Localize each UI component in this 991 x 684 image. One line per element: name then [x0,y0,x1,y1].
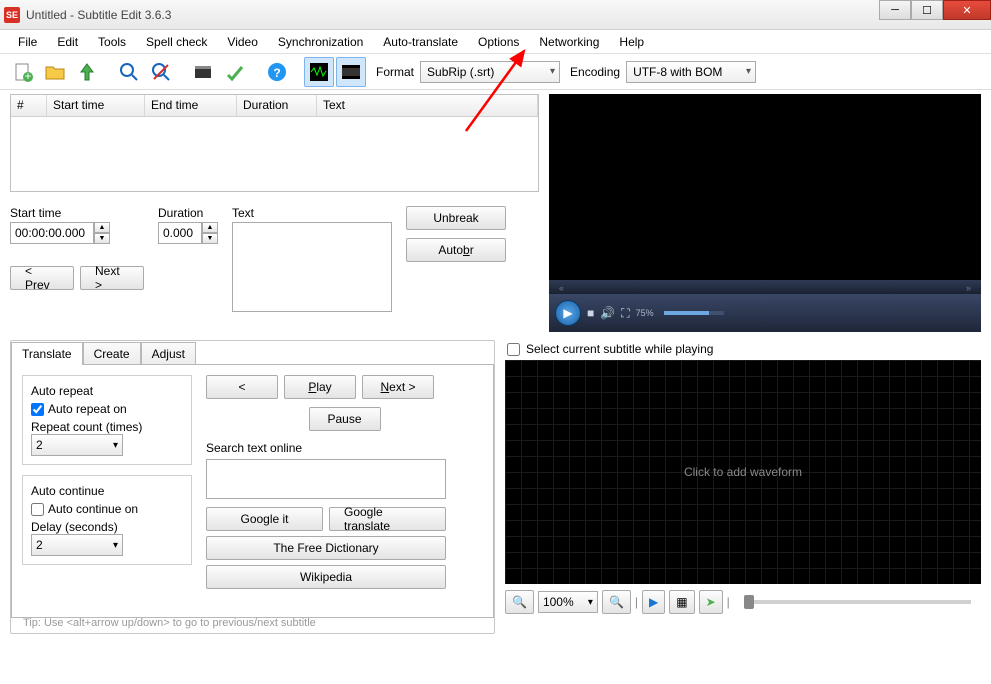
autobr-button[interactable]: Auto br [406,238,506,262]
volume-slider[interactable] [664,311,724,315]
auto-repeat-checkbox[interactable]: Auto repeat on [31,402,183,416]
menu-edit[interactable]: Edit [47,32,88,52]
save-button[interactable] [72,57,102,87]
format-combo[interactable]: SubRip (.srt) [420,61,560,83]
new-file-button[interactable]: + [8,57,38,87]
video-controls: ▶ ■ 🔊 ⛶ 75% [549,294,981,332]
replace-button[interactable] [146,57,176,87]
fullscreen-button[interactable]: ⛶ [621,306,629,321]
next-button-translate[interactable]: Next > [362,375,434,399]
zoom-select[interactable]: 100% [538,591,598,613]
menu-spellcheck[interactable]: Spell check [136,32,217,52]
tip-text: Tip: Use <alt+arrow up/down> to go to pr… [23,617,316,629]
col-end-time[interactable]: End time [145,95,237,116]
translate-panel: Translate Create Adjust Auto repeat Auto… [10,340,495,634]
mute-button[interactable]: 🔊 [600,306,615,320]
stop-button[interactable]: ■ [587,306,594,320]
encoding-label: Encoding [570,65,620,79]
tab-create[interactable]: Create [83,342,141,365]
waveform-toolbar: 🔍 100% 🔍 | ▶ ▦ ➤ | [505,588,981,616]
menu-synchronization[interactable]: Synchronization [268,32,373,52]
next-button[interactable]: Next > [80,266,144,290]
video-toggle[interactable] [336,57,366,87]
waveform-area[interactable]: Click to add waveform [505,360,981,584]
spellcheck-button[interactable] [220,57,250,87]
menu-file[interactable]: File [8,32,47,52]
video-seek-bar[interactable]: « » [549,280,981,294]
prev-button[interactable]: < Prev [10,266,74,290]
volume-percent: 75% [636,308,654,318]
wave-grid-button[interactable]: ▦ [669,590,694,614]
menu-options[interactable]: Options [468,32,529,52]
play-button[interactable]: ▶ [555,300,581,326]
encoding-combo[interactable]: UTF-8 with BOM [626,61,756,83]
find-button[interactable] [114,57,144,87]
start-time-input[interactable]: ▲▼ [10,222,144,244]
unbreak-button[interactable]: Unbreak [406,206,506,230]
app-icon: SE [4,7,20,23]
subtitle-grid[interactable]: # Start time End time Duration Text [10,94,539,192]
google-it-button[interactable]: Google it [206,507,323,531]
wave-forward-button[interactable]: ➤ [699,590,723,614]
delay-select[interactable]: 2 [31,534,123,556]
grid-header: # Start time End time Duration Text [11,95,538,117]
waveform-toggle[interactable] [304,57,334,87]
zoom-in-button[interactable]: 🔍 [602,590,631,614]
menu-help[interactable]: Help [609,32,654,52]
col-start-time[interactable]: Start time [47,95,145,116]
col-number[interactable]: # [11,95,47,116]
titlebar: SE Untitled - Subtitle Edit 3.6.3 ─ ☐ ✕ [0,0,991,30]
spin-up[interactable]: ▲ [94,222,110,233]
wave-play-button[interactable]: ▶ [642,590,665,614]
repeat-count-select[interactable]: 2 [31,434,123,456]
menubar: File Edit Tools Spell check Video Synchr… [0,30,991,54]
close-button[interactable]: ✕ [943,0,991,20]
play-button-translate[interactable]: Play [284,375,356,399]
zoom-out-button[interactable]: 🔍 [505,590,534,614]
minimize-button[interactable]: ─ [879,0,911,20]
help-button[interactable]: ? [262,57,292,87]
open-file-button[interactable] [40,57,70,87]
menu-video[interactable]: Video [217,32,267,52]
tab-translate[interactable]: Translate [11,342,83,365]
menu-tools[interactable]: Tools [88,32,136,52]
visual-sync-button[interactable] [188,57,218,87]
menu-autotranslate[interactable]: Auto-translate [373,32,468,52]
subtitle-text-input[interactable] [232,222,392,312]
video-panel[interactable]: « » ▶ ■ 🔊 ⛶ 75% [549,94,981,332]
maximize-button[interactable]: ☐ [911,0,943,20]
svg-text:+: + [24,69,31,83]
auto-repeat-group: Auto repeat Auto repeat on Repeat count … [22,375,192,465]
window-title: Untitled - Subtitle Edit 3.6.3 [26,8,171,22]
wave-position-slider[interactable] [744,600,971,604]
duration-input[interactable]: ▲▼ [158,222,218,244]
google-translate-button[interactable]: Google translate [329,507,446,531]
col-duration[interactable]: Duration [237,95,317,116]
menu-networking[interactable]: Networking [529,32,609,52]
duration-label: Duration [158,206,218,220]
pause-button[interactable]: Pause [309,407,381,431]
free-dictionary-button[interactable]: The Free Dictionary [206,536,446,560]
tab-adjust[interactable]: Adjust [141,342,196,365]
text-label: Text [232,206,392,220]
search-label: Search text online [206,441,483,455]
select-current-checkbox[interactable]: Select current subtitle while playing [507,342,981,356]
start-time-label: Start time [10,206,144,220]
search-text-input[interactable] [206,459,446,499]
col-text[interactable]: Text [317,95,538,116]
auto-continue-group: Auto continue Auto continue on Delay (se… [22,475,192,565]
auto-continue-checkbox[interactable]: Auto continue on [31,502,183,516]
spin-down[interactable]: ▼ [94,233,110,244]
svg-text:?: ? [273,66,280,80]
toolbar: + ? Format SubRip (.srt) Encoding UTF-8 … [0,54,991,90]
format-label: Format [376,65,414,79]
back-button[interactable]: < [206,375,278,399]
wikipedia-button[interactable]: Wikipedia [206,565,446,589]
